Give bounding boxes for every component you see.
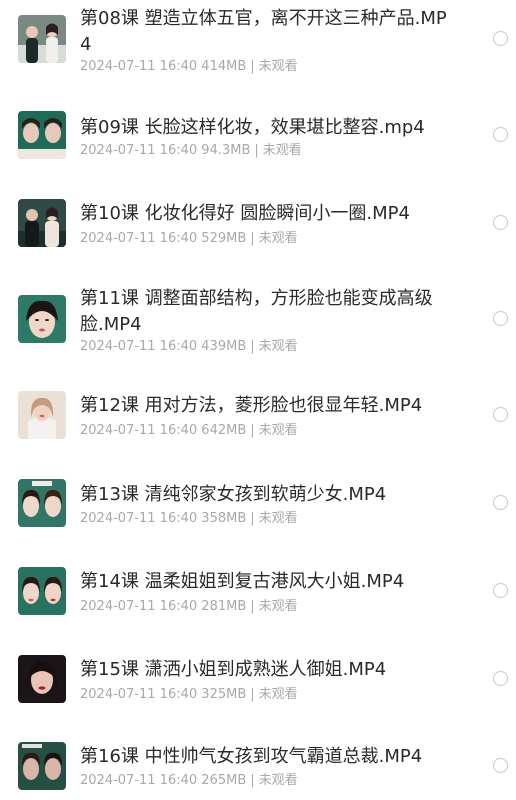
file-date: 2024-07-11 16:40 (80, 143, 198, 158)
file-item-lesson-16[interactable]: 第16课 中性帅气女孩到攻气霸道总裁.MP4 2024-07-11 16:40 … (0, 712, 516, 800)
video-thumbnail-icon (18, 479, 66, 527)
watch-status: 未观看 (262, 143, 302, 158)
select-radio-button[interactable] (493, 127, 508, 142)
select-radio-button[interactable] (493, 671, 508, 686)
watch-status: 未观看 (258, 773, 298, 788)
video-thumbnail-icon (18, 111, 66, 159)
meta-divider: | (250, 773, 255, 788)
file-meta: 2024-07-11 16:40 325MB | 未观看 (80, 687, 298, 703)
file-item-lesson-10[interactable]: 第10课 化妆化得好 圆脸瞬间小一圈.MP4 2024-07-11 16:40 … (0, 176, 516, 264)
file-item-lesson-11[interactable]: 第11课 调整面部结构，方形脸也能变成高级脸.MP4 2024-07-11 16… (0, 264, 516, 355)
select-radio-button[interactable] (493, 215, 508, 230)
file-item-lesson-08[interactable]: 第08课 塑造立体五官，离不开这三种产品.MP4 2024-07-11 16:4… (0, 0, 516, 88)
file-item-lesson-12[interactable]: 第12课 用对方法，菱形脸也很显年轻.MP4 2024-07-11 16:40 … (0, 360, 516, 448)
file-meta: 2024-07-11 16:40 439MB | 未观看 (80, 339, 298, 355)
select-radio-button[interactable] (493, 758, 508, 773)
select-radio-button[interactable] (493, 31, 508, 46)
meta-divider: | (250, 231, 255, 246)
meta-divider: | (254, 143, 259, 158)
watch-status: 未观看 (258, 339, 298, 354)
file-size: 94.3MB (201, 143, 251, 158)
file-title: 第14课 温柔姐姐到复古港风大小姐.MP4 (80, 571, 405, 592)
file-date: 2024-07-11 16:40 (80, 773, 198, 788)
file-size: 439MB (201, 339, 247, 354)
select-radio-button[interactable] (493, 495, 508, 510)
meta-divider: | (250, 339, 255, 354)
file-meta: 2024-07-11 16:40 642MB | 未观看 (80, 423, 298, 439)
file-size: 414MB (201, 59, 247, 74)
video-thumbnail-icon (18, 199, 66, 247)
watch-status: 未观看 (258, 687, 298, 702)
select-radio-button[interactable] (493, 583, 508, 598)
meta-divider: | (250, 59, 255, 74)
watch-status: 未观看 (258, 511, 298, 526)
file-size: 358MB (201, 511, 247, 526)
file-title: 第16课 中性帅气女孩到攻气霸道总裁.MP4 (80, 746, 423, 767)
select-radio-button[interactable] (493, 311, 508, 326)
video-file-list: 第08课 塑造立体五官，离不开这三种产品.MP4 2024-07-11 16:4… (0, 0, 516, 799)
file-meta: 2024-07-11 16:40 94.3MB | 未观看 (80, 143, 302, 159)
file-size: 529MB (201, 231, 247, 246)
video-thumbnail-icon (18, 15, 66, 63)
file-title: 第08课 塑造立体五官，离不开这三种产品.MP4 (80, 8, 447, 55)
file-title: 第10课 化妆化得好 圆脸瞬间小一圈.MP4 (80, 203, 410, 224)
file-title: 第13课 清纯邻家女孩到软萌少女.MP4 (80, 484, 387, 505)
file-item-lesson-13[interactable]: 第13课 清纯邻家女孩到软萌少女.MP4 2024-07-11 16:40 35… (0, 448, 516, 536)
file-date: 2024-07-11 16:40 (80, 511, 198, 526)
file-title: 第12课 用对方法，菱形脸也很显年轻.MP4 (80, 395, 423, 416)
meta-divider: | (250, 423, 255, 438)
file-item-lesson-14[interactable]: 第14课 温柔姐姐到复古港风大小姐.MP4 2024-07-11 16:40 2… (0, 536, 516, 624)
watch-status: 未观看 (258, 59, 298, 74)
video-thumbnail-icon (18, 567, 66, 615)
file-item-lesson-15[interactable]: 第15课 潇洒小姐到成熟迷人御姐.MP4 2024-07-11 16:40 32… (0, 624, 516, 712)
file-title: 第09课 长脸这样化妆，效果堪比整容.mp4 (80, 117, 425, 138)
file-size: 281MB (201, 599, 247, 614)
watch-status: 未观看 (258, 423, 298, 438)
video-thumbnail-icon (18, 295, 66, 343)
video-thumbnail-icon (18, 742, 66, 790)
select-radio-button[interactable] (493, 407, 508, 422)
file-date: 2024-07-11 16:40 (80, 59, 198, 74)
watch-status: 未观看 (258, 231, 298, 246)
file-date: 2024-07-11 16:40 (80, 687, 198, 702)
file-item-lesson-09[interactable]: 第09课 长脸这样化妆，效果堪比整容.mp4 2024-07-11 16:40 … (0, 88, 516, 176)
file-size: 325MB (201, 687, 247, 702)
file-size: 642MB (201, 423, 247, 438)
file-meta: 2024-07-11 16:40 281MB | 未观看 (80, 599, 298, 615)
video-thumbnail-icon (18, 391, 66, 439)
file-date: 2024-07-11 16:40 (80, 423, 198, 438)
file-meta: 2024-07-11 16:40 265MB | 未观看 (80, 773, 298, 789)
file-title: 第15课 潇洒小姐到成熟迷人御姐.MP4 (80, 659, 387, 680)
file-meta: 2024-07-11 16:40 358MB | 未观看 (80, 511, 298, 527)
watch-status: 未观看 (258, 599, 298, 614)
meta-divider: | (250, 599, 255, 614)
file-meta: 2024-07-11 16:40 529MB | 未观看 (80, 231, 298, 247)
file-date: 2024-07-11 16:40 (80, 339, 198, 354)
file-size: 265MB (201, 773, 247, 788)
file-date: 2024-07-11 16:40 (80, 231, 198, 246)
file-meta: 2024-07-11 16:40 414MB | 未观看 (80, 59, 298, 75)
video-thumbnail-icon (18, 655, 66, 703)
file-title: 第11课 调整面部结构，方形脸也能变成高级脸.MP4 (80, 288, 433, 335)
file-date: 2024-07-11 16:40 (80, 599, 198, 614)
meta-divider: | (250, 687, 255, 702)
meta-divider: | (250, 511, 255, 526)
